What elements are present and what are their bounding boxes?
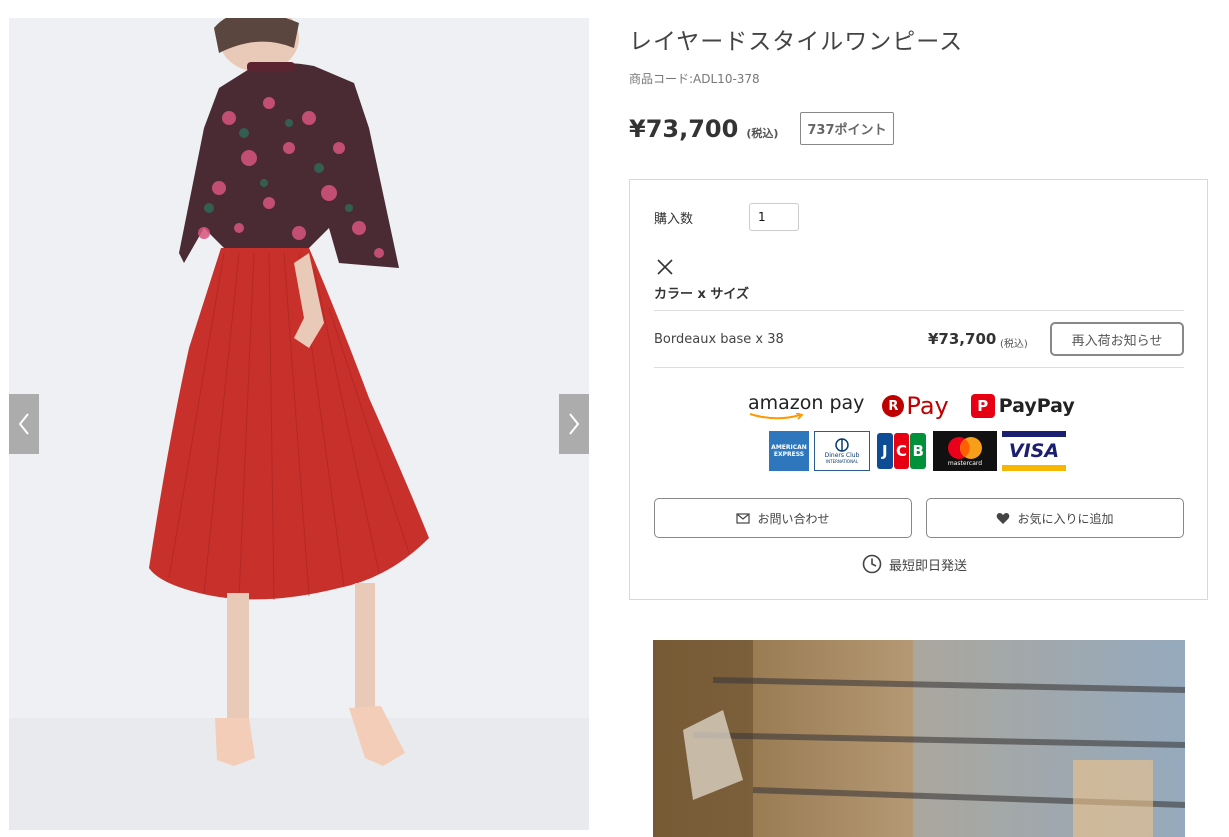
favorites-button-label: お気に入りに追加 [1017,511,1114,526]
gallery-prev-button[interactable] [9,394,39,454]
amazon-pay-logo: amazon pay [748,393,864,420]
chevron-left-icon [18,413,29,435]
divider [654,367,1184,368]
jcb-letter-j: J [877,433,893,469]
chevron-right-icon [569,413,580,435]
mastercard-logo: mastercard [933,431,997,471]
paypay-logo: P PayPay [970,394,1075,418]
divider [654,310,1184,311]
payment-logos: amazon pay R Pay P PayPay [748,388,1075,424]
diners-text: Diners Club [824,452,860,459]
variant-heading: カラー x サイズ [654,287,750,302]
diners-club-logo: Diners Club INTERNATIONAL [814,431,870,471]
product-code: 商品コード:ADL10-378 [629,72,760,86]
purchase-box: 購入数 カラー x サイズ Bordeaux base x 38 ¥73,700… [629,179,1208,600]
paypay-mark-icon: P [970,394,995,418]
restock-notify-button[interactable]: 再入荷お知らせ [1050,322,1184,356]
product-price: ¥73,700 [629,114,739,143]
visa-top-bar [1002,431,1066,437]
gallery-next-button[interactable] [559,394,589,454]
jcb-logo: J C B [875,431,928,471]
visa-bottom-bar [1002,465,1066,471]
card-logos: AMERICAN EXPRESS Diners Club INTERNATION… [769,431,1066,471]
variant-tax-label: (税込) [1000,339,1028,350]
shipping-label: 最短即日発送 [889,558,968,574]
product-photo [9,18,589,830]
heart-icon [997,512,1010,524]
variant-price: ¥73,700 [928,330,997,348]
jcb-letter-b: B [910,433,927,469]
rakuten-pay-text: Pay [906,392,949,420]
amex-logo: AMERICAN EXPRESS [769,431,809,471]
variant-name: Bordeaux base x 38 [654,332,784,347]
amazon-pay-text: amazon pay [748,391,865,414]
video-still-image [653,640,1185,837]
points-badge: 737ポイント [800,112,894,145]
price-row: ¥73,700 (税込) 737ポイント [629,112,894,145]
diners-subtext: INTERNATIONAL [825,459,859,464]
contact-button[interactable]: お問い合わせ [654,498,912,538]
amazon-smile-icon [749,412,804,420]
tax-label: (税込) [746,126,779,140]
mastercard-text: mastercard [947,459,983,467]
close-icon[interactable] [656,258,674,276]
visa-logo: VISA [1002,431,1066,471]
rakuten-pay-logo: R Pay [882,392,949,420]
visa-text: VISA [1008,440,1060,462]
product-image-gallery [9,18,589,830]
diners-mark-icon [835,438,849,452]
mail-icon [736,512,751,524]
rakuten-mark-icon: R [882,395,905,417]
quantity-input[interactable] [749,203,799,231]
jcb-letter-c: C [893,433,910,469]
contact-button-label: お問い合わせ [757,511,830,526]
mastercard-circles-icon [948,436,982,459]
product-video-thumbnail [653,640,1185,837]
clock-icon [862,554,882,574]
add-to-favorites-button[interactable]: お気に入りに追加 [926,498,1184,538]
shipping-info: 最短即日発送 [862,554,967,574]
product-title: レイヤードスタイルワンピース [629,29,964,55]
paypay-text: PayPay [998,395,1075,417]
quantity-label: 購入数 [654,212,694,227]
